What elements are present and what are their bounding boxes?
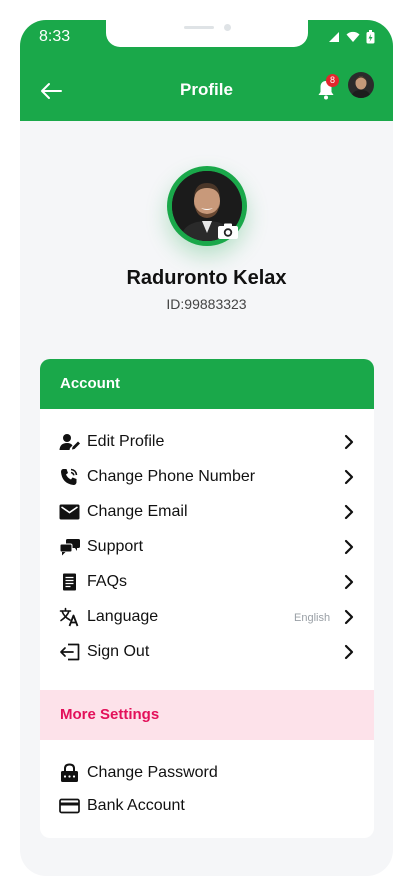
front-camera xyxy=(224,24,231,31)
card-icon xyxy=(59,798,80,814)
menu-item-support[interactable]: Support xyxy=(40,532,374,562)
avatar-image xyxy=(348,72,374,98)
menu-item-change-phone[interactable]: Change Phone Number xyxy=(40,462,374,492)
device-notch xyxy=(106,20,308,47)
account-section-header: Account xyxy=(40,359,374,409)
menu-item-label: Change Phone Number xyxy=(87,468,256,485)
chevron-right-icon xyxy=(344,434,354,450)
menu-item-label: Edit Profile xyxy=(87,433,165,450)
language-value: English xyxy=(294,612,331,624)
menu-item-label: Change Password xyxy=(87,764,218,781)
menu-item-change-email[interactable]: Change Email xyxy=(40,497,374,527)
chevron-right-icon xyxy=(344,609,354,625)
phone-frame: 8:33 Profile 8 Raduronto Kelax ID:998833… xyxy=(20,20,393,876)
translate-icon xyxy=(59,607,79,627)
menu-item-language[interactable]: Language English xyxy=(40,602,374,632)
menu-item-label: FAQs xyxy=(87,573,128,590)
menu-item-label: Sign Out xyxy=(87,643,150,660)
wifi-icon xyxy=(346,31,360,42)
app-header: 8:33 Profile 8 xyxy=(20,20,393,121)
chevron-right-icon xyxy=(344,574,354,590)
support-chat-icon xyxy=(59,539,80,556)
status-time: 8:33 xyxy=(39,28,71,45)
menu-item-faqs[interactable]: FAQs xyxy=(40,567,374,597)
chevron-right-icon xyxy=(344,644,354,660)
sign-out-icon xyxy=(60,643,80,661)
mail-icon xyxy=(59,504,80,520)
profile-name: Raduronto Kelax xyxy=(126,267,287,289)
signal-icon xyxy=(329,32,339,42)
camera-icon xyxy=(218,223,238,239)
menu-item-label: Bank Account xyxy=(87,797,185,814)
change-photo-button[interactable] xyxy=(216,221,240,241)
phone-icon xyxy=(61,468,78,485)
speaker-slot xyxy=(184,26,214,29)
menu-item-edit-profile[interactable]: Edit Profile xyxy=(40,427,374,457)
notification-badge: 8 xyxy=(326,74,339,87)
header-avatar[interactable] xyxy=(348,72,374,98)
menu-item-label: Change Email xyxy=(87,503,188,520)
profile-id: ID:99883323 xyxy=(166,296,247,312)
document-icon xyxy=(63,573,76,591)
user-edit-icon xyxy=(59,434,80,450)
menu-item-bank-account[interactable]: Bank Account xyxy=(40,791,374,821)
menu-item-change-password[interactable]: Change Password xyxy=(40,758,374,788)
chevron-right-icon xyxy=(344,504,354,520)
chevron-right-icon xyxy=(344,469,354,485)
profile-photo-ring xyxy=(167,166,247,246)
menu-item-label: Support xyxy=(87,538,144,555)
battery-icon xyxy=(366,30,375,44)
lock-icon xyxy=(61,763,78,782)
more-settings-section-header: More Settings xyxy=(40,690,374,740)
settings-card: Account Edit Profile Change Phone Number xyxy=(40,359,374,838)
menu-item-sign-out[interactable]: Sign Out xyxy=(40,637,374,667)
status-icons xyxy=(328,30,375,44)
chevron-right-icon xyxy=(344,539,354,555)
menu-item-label: Language xyxy=(87,608,159,625)
